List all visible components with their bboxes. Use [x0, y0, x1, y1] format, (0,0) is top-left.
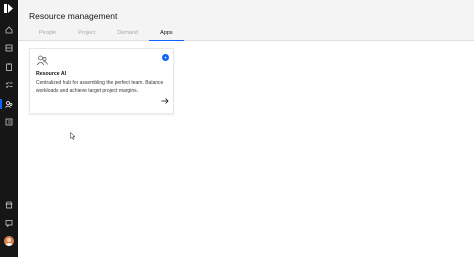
arrow-right-icon[interactable]: [161, 97, 169, 105]
resource-ai-card[interactable]: ✦ Resource AI Centralized hub for assemb…: [29, 48, 174, 114]
tab-demand[interactable]: Demand: [106, 27, 149, 40]
clipboard-icon[interactable]: [4, 62, 14, 72]
store-icon[interactable]: [4, 200, 14, 210]
ai-badge-icon: ✦: [162, 54, 169, 61]
active-nav-marker: [0, 99, 2, 109]
mouse-cursor-icon: [70, 132, 76, 140]
home-icon[interactable]: [4, 25, 14, 35]
tab-bar: People Project Demand Apps: [28, 27, 184, 41]
dashboard-icon[interactable]: [4, 43, 14, 53]
card-description: Centralized hub for assembling the perfe…: [36, 80, 164, 94]
tab-people[interactable]: People: [28, 27, 67, 40]
tab-apps[interactable]: Apps: [149, 27, 184, 41]
user-avatar[interactable]: [4, 236, 14, 246]
people-group-icon: [36, 55, 48, 66]
report-icon[interactable]: [4, 117, 14, 127]
card-title: Resource AI: [36, 71, 67, 77]
avatar-head: [7, 238, 11, 242]
avatar-body: [5, 243, 13, 246]
resource-icon[interactable]: [4, 99, 14, 109]
side-rail: [0, 0, 18, 257]
app-logo-icon[interactable]: [4, 4, 14, 13]
page-header: Resource management People Project Deman…: [18, 0, 474, 41]
tab-project[interactable]: Project: [67, 27, 106, 40]
checklist-icon[interactable]: [4, 80, 14, 90]
feedback-icon[interactable]: [4, 218, 14, 228]
page-title: Resource management: [29, 11, 118, 21]
